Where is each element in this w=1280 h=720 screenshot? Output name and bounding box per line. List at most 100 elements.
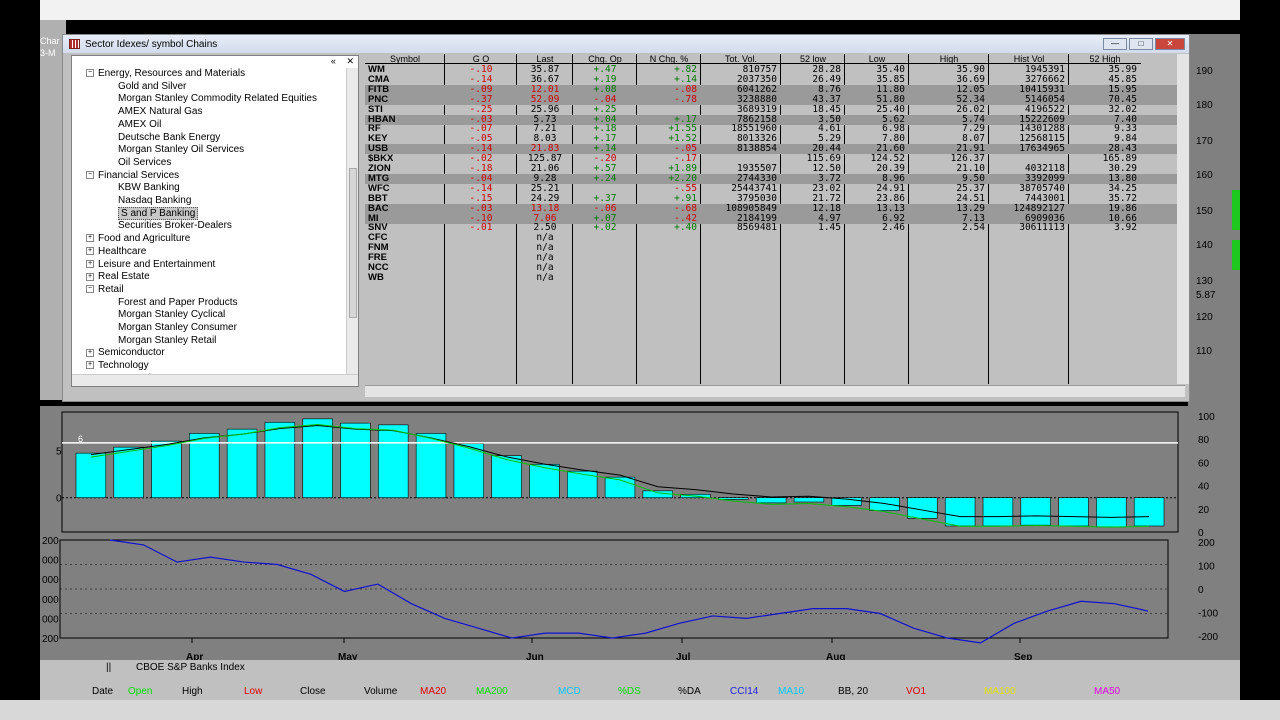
macd-bar bbox=[264, 421, 296, 499]
column-header[interactable]: Hist Vol bbox=[989, 54, 1069, 64]
minimize-icon[interactable]: — bbox=[1103, 38, 1127, 50]
table-cell: +.24 bbox=[593, 172, 617, 184]
legend-item[interactable]: Volume bbox=[364, 686, 397, 697]
column-header[interactable]: Last bbox=[517, 54, 573, 64]
legend-item[interactable]: Open bbox=[128, 686, 152, 697]
column-header[interactable]: 52 low bbox=[781, 54, 845, 64]
tree-item[interactable]: − Financial Services bbox=[86, 170, 179, 182]
legend-item[interactable]: %DS bbox=[618, 686, 641, 697]
column-header[interactable]: N Chg. % bbox=[637, 54, 701, 64]
legend-item[interactable]: VO1 bbox=[906, 686, 926, 697]
column-header[interactable]: G O bbox=[445, 54, 517, 64]
tree-vertical-scrollbar[interactable] bbox=[346, 68, 358, 374]
tree-item[interactable]: Morgan Stanley Retail bbox=[118, 335, 216, 347]
table-cell bbox=[909, 273, 985, 283]
grid-horizontal-scrollbar[interactable] bbox=[365, 385, 1185, 397]
column-header[interactable]: Low bbox=[845, 54, 909, 64]
legend-item[interactable]: MA10 bbox=[778, 686, 804, 697]
legend-item[interactable]: MCD bbox=[558, 686, 581, 697]
tree-item[interactable]: + Technology bbox=[86, 360, 149, 372]
collapse-icon[interactable]: − bbox=[86, 285, 94, 294]
table-row[interactable]: CFC n/a bbox=[365, 233, 1185, 243]
indicator-chart: 5010080604020062000000000000002002001000… bbox=[40, 406, 1240, 663]
legend-item[interactable]: BB, 20 bbox=[838, 686, 868, 697]
legend-item[interactable]: Date bbox=[92, 686, 113, 697]
collapse-icon[interactable]: − bbox=[86, 170, 94, 179]
column-header[interactable]: Tot. Vol. bbox=[701, 54, 781, 64]
legend-item[interactable]: MA20 bbox=[420, 686, 446, 697]
scroll-thumb[interactable] bbox=[349, 168, 357, 318]
tree-item[interactable]: Forest and Paper Products bbox=[118, 297, 238, 309]
table-row[interactable]: SNV -.01 2.50 +.02 +.40 8569481 1.45 2.46 2.54 30… bbox=[365, 223, 1185, 233]
month-label: Aug bbox=[826, 652, 845, 660]
tree-item[interactable]: + Semiconductor bbox=[86, 347, 165, 359]
signal-label: 6 bbox=[78, 434, 83, 444]
expand-icon[interactable]: + bbox=[86, 259, 94, 268]
tree-item[interactable]: Securities Broker-Dealers bbox=[118, 220, 232, 232]
tree-item[interactable]: + Healthcare bbox=[86, 246, 146, 258]
close-panel-icon[interactable]: ✕ bbox=[346, 56, 354, 66]
column-header[interactable]: High bbox=[909, 54, 989, 64]
legend-item[interactable]: Close bbox=[300, 686, 326, 697]
tree-item[interactable]: Nasdaq Banking bbox=[118, 195, 191, 207]
tree-item[interactable]: S and P Banking bbox=[118, 206, 199, 220]
table-row[interactable]: NCC n/a bbox=[365, 263, 1185, 273]
table-row[interactable]: FRE n/a bbox=[365, 253, 1185, 263]
legend-item[interactable]: High bbox=[182, 686, 203, 697]
tree-item[interactable]: Gold and Silver bbox=[118, 81, 186, 93]
expand-icon[interactable]: + bbox=[86, 348, 94, 357]
tree-item[interactable]: + Real Estate bbox=[86, 271, 150, 283]
macd-bar bbox=[793, 497, 825, 503]
maximize-icon[interactable]: □ bbox=[1129, 38, 1153, 50]
macd-bar bbox=[1096, 497, 1127, 528]
legend-item[interactable]: Low bbox=[244, 686, 262, 697]
legend-item[interactable]: %DA bbox=[678, 686, 701, 697]
legend-item[interactable]: MA200 bbox=[476, 686, 508, 697]
legend-item[interactable]: MA50 bbox=[1094, 686, 1120, 697]
tree-item[interactable]: KBW Banking bbox=[118, 182, 180, 194]
table-cell bbox=[573, 233, 637, 243]
macd-bar bbox=[378, 424, 409, 499]
column-header[interactable]: Chg. Op bbox=[573, 54, 637, 64]
expand-icon[interactable]: + bbox=[86, 361, 94, 370]
bar-axis-tick-right: 60 bbox=[1198, 458, 1210, 469]
tree-item[interactable]: + Leisure and Entertainment bbox=[86, 259, 215, 271]
tree-item[interactable]: − Retail bbox=[86, 284, 124, 296]
collapse-icon[interactable]: − bbox=[86, 69, 94, 78]
table-row[interactable]: WB n/a bbox=[365, 272, 1185, 283]
tree-item[interactable]: + Food and Agriculture bbox=[86, 233, 190, 245]
window-titlebar[interactable]: Sector Idexes/ symbol Chains — □ ✕ bbox=[63, 35, 1189, 53]
legend-item[interactable]: CCI14 bbox=[730, 686, 758, 697]
column-header[interactable]: 52 High bbox=[1069, 54, 1141, 64]
app-grid-icon bbox=[69, 39, 80, 49]
tree-horizontal-scrollbar[interactable] bbox=[72, 374, 358, 386]
tree-item[interactable]: AMEX Oil bbox=[118, 119, 161, 131]
expand-icon[interactable]: + bbox=[86, 247, 94, 256]
table-cell bbox=[989, 253, 1065, 263]
tree-item[interactable]: AMEX Natural Gas bbox=[118, 106, 202, 118]
collapse-panel-icon[interactable]: « bbox=[331, 56, 336, 66]
tree-item[interactable]: Morgan Stanley Oil Services bbox=[118, 144, 244, 156]
table-cell bbox=[1069, 263, 1137, 273]
table-cell bbox=[637, 233, 697, 243]
pause-icon[interactable]: || bbox=[106, 662, 111, 673]
legend-item[interactable]: MA100 bbox=[984, 686, 1016, 697]
column-header[interactable]: Symbol bbox=[365, 54, 445, 64]
close-icon[interactable]: ✕ bbox=[1155, 38, 1185, 50]
table-row[interactable]: FNM n/a bbox=[365, 243, 1185, 253]
tree-item[interactable]: Oil Services bbox=[118, 157, 171, 169]
tree-item[interactable]: Morgan Stanley Consumer bbox=[118, 322, 237, 334]
tree-item[interactable]: − Energy, Resources and Materials bbox=[86, 68, 245, 80]
tree-item-label: Financial Services bbox=[98, 169, 180, 181]
tree-item[interactable]: Morgan Stanley Commodity Related Equitie… bbox=[118, 93, 317, 105]
expand-icon[interactable]: + bbox=[86, 272, 94, 281]
macd-bar bbox=[944, 497, 976, 527]
table-cell: 2.46 bbox=[882, 222, 905, 234]
tree-item[interactable]: Morgan Stanley Cyclical bbox=[118, 309, 225, 321]
expand-icon[interactable]: + bbox=[86, 234, 94, 243]
grid-vertical-scrollbar[interactable] bbox=[1177, 54, 1189, 384]
tree-item[interactable]: Deutsche Bank Energy bbox=[118, 132, 220, 144]
cci-axis-tick-left: 200 bbox=[42, 634, 59, 645]
tree-item-label: KBW Banking bbox=[118, 182, 180, 194]
price-axis-tick: 140 bbox=[1196, 240, 1213, 251]
